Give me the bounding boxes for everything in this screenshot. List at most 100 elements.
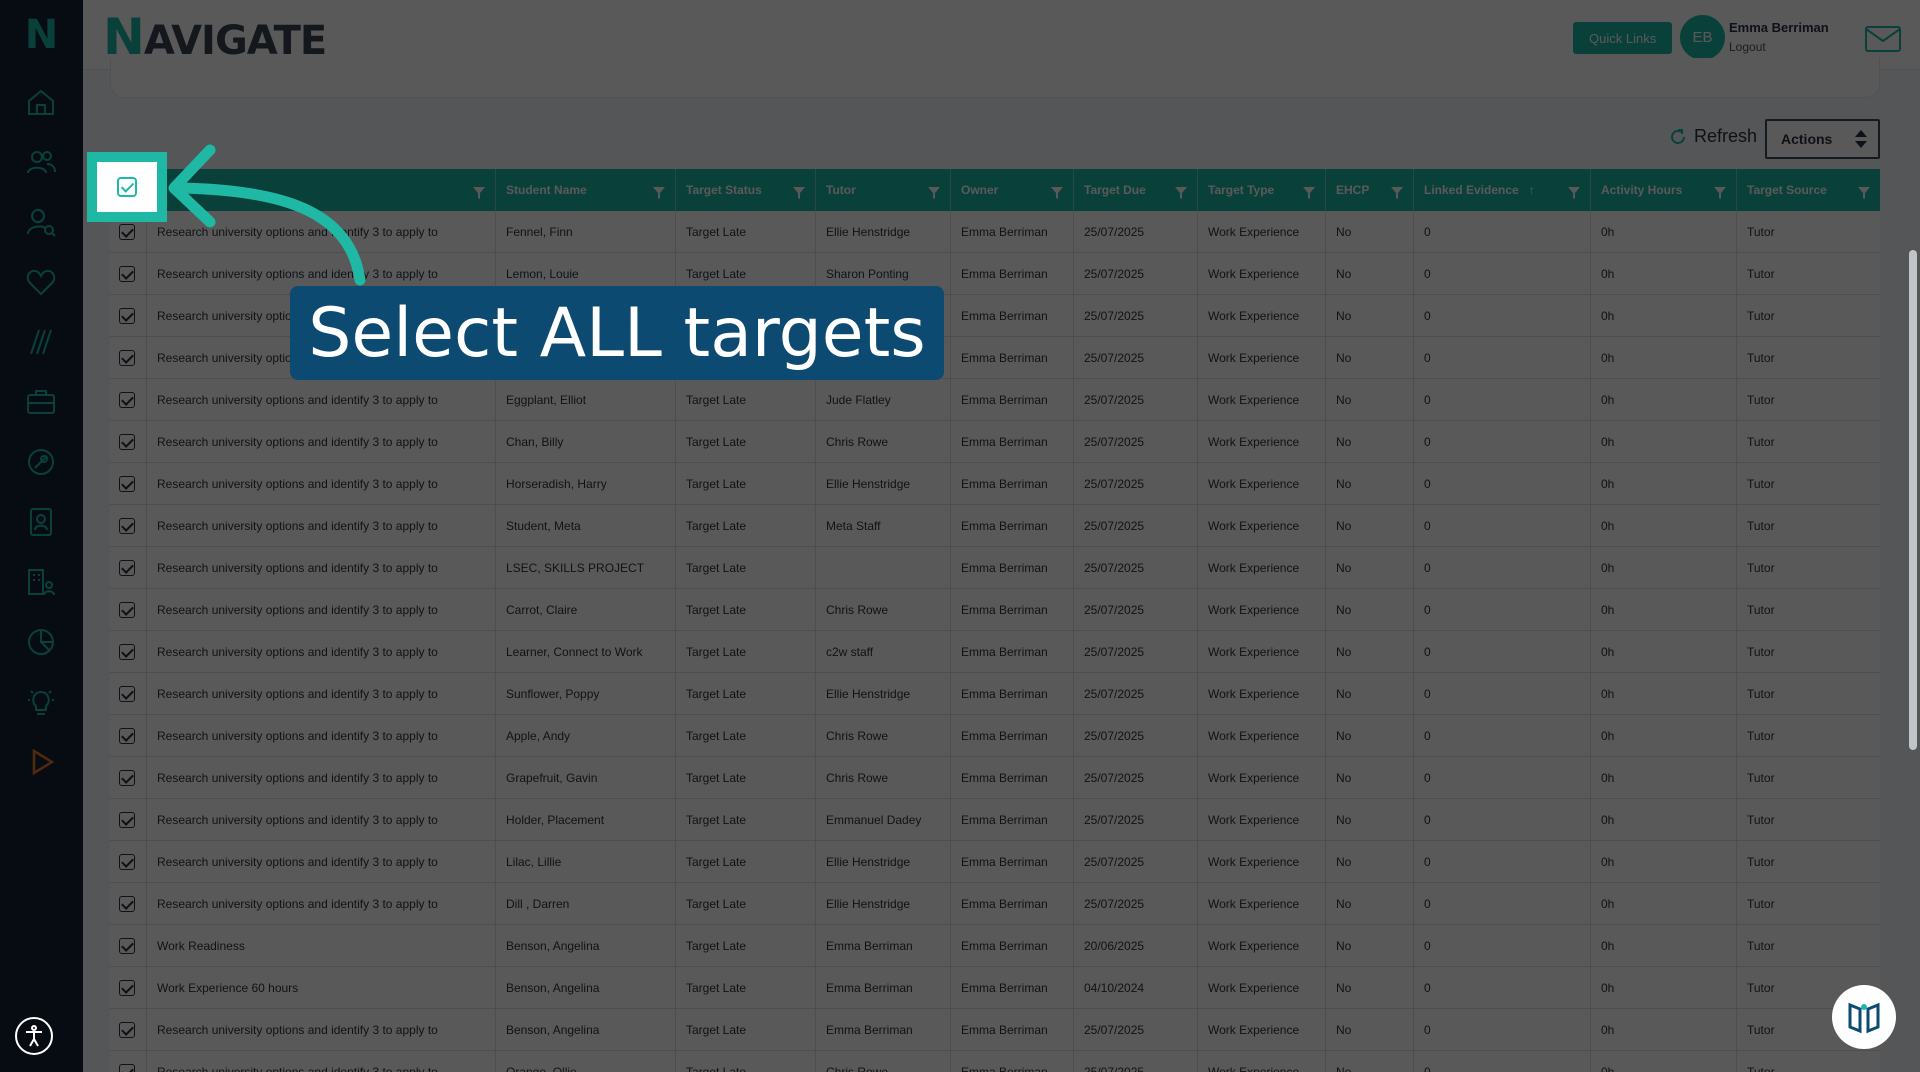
table-row[interactable]: Research university options and identify… — [110, 463, 1880, 505]
table-row[interactable]: Research university options and identify… — [110, 799, 1880, 841]
heart-icon[interactable] — [16, 257, 66, 307]
help-assistant-icon[interactable] — [1832, 985, 1896, 1049]
contact-book-icon[interactable] — [16, 497, 66, 547]
row-checkbox[interactable] — [119, 1022, 135, 1038]
table-row[interactable]: Research university options and identify… — [110, 757, 1880, 799]
cell-owner: Emma Berriman — [950, 673, 1073, 715]
app-logo[interactable]: N — [0, 0, 83, 70]
filter-icon[interactable] — [1858, 187, 1870, 199]
rocket-icon[interactable] — [16, 437, 66, 487]
column-header-owner[interactable]: Owner — [950, 169, 1073, 211]
page-scrollbar[interactable] — [1906, 70, 1920, 1072]
row-checkbox[interactable] — [119, 602, 135, 618]
actions-dropdown[interactable]: Actions — [1765, 119, 1880, 159]
cell-linked-evidence: 0 — [1413, 463, 1590, 505]
users-icon[interactable] — [16, 137, 66, 187]
filter-icon[interactable] — [1303, 187, 1315, 199]
row-checkbox[interactable] — [119, 728, 135, 744]
row-checkbox[interactable] — [119, 644, 135, 660]
table-row[interactable]: Research university options and identify… — [110, 631, 1880, 673]
row-checkbox[interactable] — [119, 308, 135, 324]
table-row[interactable]: Research university options and identify… — [110, 547, 1880, 589]
cell-target-status: Target Late — [675, 211, 815, 253]
avatar[interactable]: EB — [1680, 15, 1725, 60]
filter-icon[interactable] — [653, 187, 665, 199]
table-row[interactable]: Research university options and identify… — [110, 1009, 1880, 1051]
table-row[interactable]: Research university options and identify… — [110, 421, 1880, 463]
row-checkbox[interactable] — [119, 812, 135, 828]
filter-icon[interactable] — [1714, 187, 1726, 199]
row-checkbox[interactable] — [119, 896, 135, 912]
filter-icon[interactable] — [473, 187, 485, 199]
scrollbar-thumb[interactable] — [1909, 250, 1917, 750]
mail-icon[interactable] — [1863, 24, 1903, 54]
select-all-highlight[interactable] — [87, 152, 167, 222]
row-checkbox[interactable] — [119, 266, 135, 282]
column-header-activity-hours[interactable]: Activity Hours — [1590, 169, 1736, 211]
cell-linked-evidence: 0 — [1413, 421, 1590, 463]
select-all-checkbox[interactable] — [117, 177, 137, 197]
cell-student-name: Benson, Angelina — [495, 967, 675, 1009]
pie-chart-icon[interactable] — [16, 617, 66, 667]
cell-target-due: 25/07/2025 — [1073, 253, 1197, 295]
tracks-icon[interactable] — [16, 317, 66, 367]
column-header-tutor[interactable]: Tutor — [815, 169, 950, 211]
logout-link[interactable]: Logout — [1729, 40, 1766, 54]
filter-icon[interactable] — [1568, 187, 1580, 199]
cell-student-name: Benson, Angelina — [495, 925, 675, 967]
cell-target-type: Work Experience — [1197, 841, 1325, 883]
table-row[interactable]: Research university options and identify… — [110, 715, 1880, 757]
column-header-target-source[interactable]: Target Source — [1736, 169, 1880, 211]
column-header-label: Tutor — [826, 183, 856, 197]
row-checkbox[interactable] — [119, 518, 135, 534]
row-checkbox[interactable] — [119, 560, 135, 576]
column-header-target-due[interactable]: Target Due — [1073, 169, 1197, 211]
row-checkbox[interactable] — [119, 980, 135, 996]
row-checkbox[interactable] — [119, 770, 135, 786]
filter-icon[interactable] — [793, 187, 805, 199]
cell-linked-evidence: 0 — [1413, 505, 1590, 547]
accessibility-icon[interactable] — [15, 1017, 53, 1055]
row-checkbox[interactable] — [119, 392, 135, 408]
table-row[interactable]: Work Experience 60 hours Benson, Angelina… — [110, 967, 1880, 1009]
row-checkbox[interactable] — [119, 686, 135, 702]
filter-icon[interactable] — [928, 187, 940, 199]
column-header-target-type[interactable]: Target Type — [1197, 169, 1325, 211]
row-checkbox[interactable] — [119, 224, 135, 240]
table-row[interactable]: Research university options and identify… — [110, 589, 1880, 631]
filter-icon[interactable] — [1391, 187, 1403, 199]
row-checkbox[interactable] — [119, 1064, 135, 1072]
row-checkbox[interactable] — [119, 434, 135, 450]
row-checkbox[interactable] — [119, 938, 135, 954]
table-row[interactable]: Research university options and identify… — [110, 883, 1880, 925]
lightbulb-icon[interactable] — [16, 677, 66, 727]
building-user-icon[interactable] — [16, 557, 66, 607]
table-row[interactable]: Research university options and identify… — [110, 505, 1880, 547]
cell-target-source: Tutor — [1736, 925, 1880, 967]
table-row[interactable]: Research university options and identify… — [110, 379, 1880, 421]
row-checkbox[interactable] — [119, 854, 135, 870]
briefcase-icon[interactable] — [16, 377, 66, 427]
table-row[interactable]: Research university options and identify… — [110, 1051, 1880, 1072]
cell-target-type: Work Experience — [1197, 883, 1325, 925]
column-header-target-status[interactable]: Target Status — [675, 169, 815, 211]
row-checkbox[interactable] — [119, 350, 135, 366]
table-row[interactable]: Research university options and identify… — [110, 673, 1880, 715]
row-checkbox[interactable] — [119, 476, 135, 492]
user-search-icon[interactable] — [16, 197, 66, 247]
play-icon[interactable] — [16, 737, 66, 787]
cell-tutor: Emma Berriman — [815, 1009, 950, 1051]
table-row[interactable]: Research university options and identify… — [110, 841, 1880, 883]
cell-student-name: Eggplant, Elliot — [495, 379, 675, 421]
sort-ascending-icon[interactable]: ↑ — [1529, 183, 1535, 197]
home-icon[interactable] — [16, 77, 66, 127]
column-header-student-name[interactable]: Student Name — [495, 169, 675, 211]
column-header-ehcp[interactable]: EHCP — [1325, 169, 1413, 211]
quick-links-button[interactable]: Quick Links — [1573, 22, 1673, 54]
table-row[interactable]: Work Readiness Benson, Angelina Target Lat… — [110, 925, 1880, 967]
refresh-button[interactable]: Refresh — [1668, 126, 1757, 147]
cell-ehcp: No — [1325, 589, 1413, 631]
filter-icon[interactable] — [1051, 187, 1063, 199]
filter-icon[interactable] — [1175, 187, 1187, 199]
column-header-linked-evidence[interactable]: Linked Evidence ↑ — [1413, 169, 1590, 211]
